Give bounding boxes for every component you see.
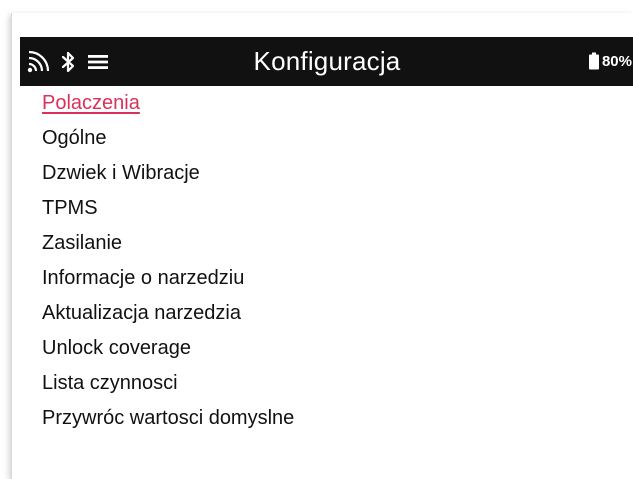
menu-item-tpms[interactable]: TPMS	[42, 191, 294, 226]
menu-item-dzwiek-i-wibracje[interactable]: Dzwiek i Wibracje	[42, 156, 294, 191]
menu-item-polaczenia[interactable]: Polaczenia	[42, 86, 294, 121]
device-screen: Konfiguracja 80% Polaczenia Ogólne Dzwie…	[11, 13, 633, 479]
menu-item-przywroc-wartosci-domyslne[interactable]: Przywróc wartosci domyslne	[42, 401, 294, 436]
menu-item-informacje-o-narzedziu[interactable]: Informacje o narzedziu	[42, 261, 294, 296]
menu-item-ogolne[interactable]: Ogólne	[42, 121, 294, 156]
menu-item-unlock-coverage[interactable]: Unlock coverage	[42, 331, 294, 366]
menu-item-aktualizacja-narzedzia[interactable]: Aktualizacja narzedzia	[42, 296, 294, 331]
settings-menu: Polaczenia Ogólne Dzwiek i Wibracje TPMS…	[42, 86, 294, 436]
menu-item-zasilanie[interactable]: Zasilanie	[42, 226, 294, 261]
battery-icon	[588, 52, 600, 70]
battery-label: 80%	[601, 52, 632, 70]
page-title: Konfiguracja	[253, 46, 401, 76]
battery-status: 80%	[588, 52, 632, 70]
header-bar: Konfiguracja 80%	[20, 37, 633, 86]
menu-item-lista-czynnosci[interactable]: Lista czynnosci	[42, 366, 294, 401]
